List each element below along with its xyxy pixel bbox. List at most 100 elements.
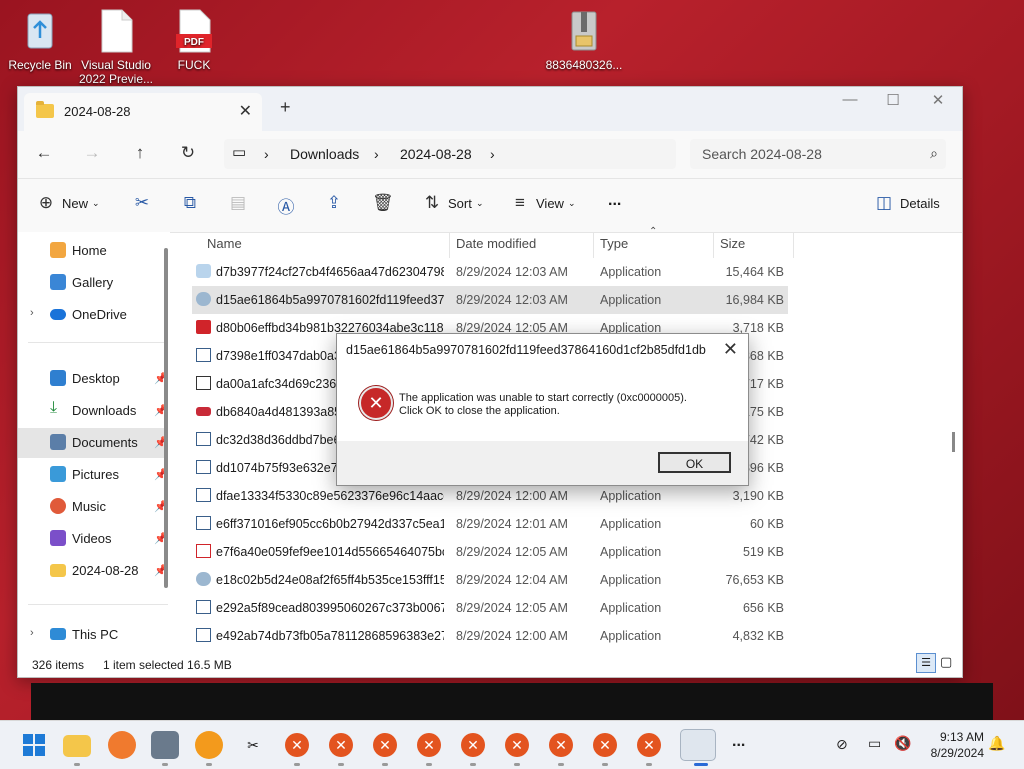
error-app-icon[interactable]: ✕ [373, 733, 397, 757]
copy-icon[interactable]: ⧉ [180, 193, 200, 213]
file-type: Application [600, 573, 662, 587]
search-input[interactable]: Search 2024-08-28 [702, 146, 822, 162]
details-button[interactable]: Details [900, 196, 940, 211]
table-row[interactable]: d7b3977f24cf27cb4f4656aa47d623047985... … [192, 258, 788, 286]
error-app-icon[interactable]: ✕ [593, 733, 617, 757]
column-header-size[interactable]: Size [720, 236, 745, 251]
more-apps-button[interactable]: ... [732, 733, 745, 751]
error-app-icon[interactable]: ✕ [285, 733, 309, 757]
file-name: e292a5f89cead803995060267c373b00676d... [216, 601, 444, 615]
close-icon[interactable]: ✕ [723, 339, 738, 360]
sidebar-item-this-pc[interactable]: › This PC [18, 620, 168, 650]
sidebar-item-home[interactable]: Home [18, 236, 168, 266]
usb-drive-icon [196, 407, 211, 416]
firefox-icon[interactable] [108, 731, 136, 759]
sidebar-item-label: Downloads [72, 403, 137, 418]
error-app-icon[interactable]: ✕ [505, 733, 529, 757]
file-list-scrollbar[interactable] [952, 432, 955, 452]
paste-icon[interactable]: ▤ [228, 193, 248, 213]
error-app-icon[interactable]: ✕ [417, 733, 441, 757]
desktop-icon-pdf[interactable]: PDF FUCK [154, 8, 234, 72]
sidebar-item-label: Gallery [72, 275, 114, 290]
network-offline-icon[interactable]: ⊘ [836, 736, 848, 753]
view-icon: ≡ [515, 193, 525, 212]
breadcrumb-downloads[interactable]: Downloads [290, 146, 359, 162]
breadcrumb[interactable]: ▭ › Downloads › 2024-08-28 › [224, 139, 676, 169]
sidebar-item-onedrive[interactable]: › OneDrive [18, 300, 168, 330]
desktop-icon-archive[interactable]: 8836480326... [544, 8, 624, 72]
application-window-icon [196, 348, 211, 362]
file-size: 175 KB [742, 405, 784, 419]
clock-date: 8/29/2024 [930, 746, 984, 760]
sidebar-item-documents[interactable]: Documents 📌 [18, 428, 168, 458]
column-header-date[interactable]: Date modified [456, 236, 536, 251]
share-icon[interactable]: ⇪ [324, 193, 344, 213]
sort-indicator-icon: ⌃ [649, 226, 658, 237]
table-row[interactable]: e492ab74db73fb05a78112868596383e27a... 8… [192, 622, 788, 650]
sidebar-item-music[interactable]: Music 📌 [18, 492, 168, 522]
table-row[interactable]: e7f6a40e059fef9ee1014d55665464075bc6... … [192, 538, 788, 566]
search-app-icon[interactable] [195, 731, 223, 759]
start-windows-icon[interactable] [20, 731, 48, 759]
tiles-view-icon[interactable]: ▢ [940, 654, 952, 670]
breadcrumb-2024-08-28[interactable]: 2024-08-28 [400, 146, 472, 162]
display-icon[interactable]: ▭ [868, 735, 881, 752]
column-header-type[interactable]: Type [600, 236, 628, 251]
active-window-icon[interactable] [680, 729, 716, 761]
table-row[interactable]: e18c02b5d24e08af2f65ff4b535ce153fff15...… [192, 566, 788, 594]
volume-muted-icon[interactable]: 🔇 [894, 735, 911, 752]
details-view-icon[interactable]: ☰ [916, 653, 936, 673]
back-button[interactable]: ← [32, 143, 56, 163]
sidebar-item-gallery[interactable]: Gallery [18, 268, 168, 298]
sort-button[interactable]: Sort [448, 196, 472, 211]
clock[interactable]: 9:13 AM 8/29/2024 [931, 729, 984, 761]
desktop-icon-label: Visual Studio 2022 Previe... [78, 58, 154, 86]
videos-icon [50, 530, 66, 546]
forward-button[interactable]: → [80, 143, 104, 163]
file-explorer-icon[interactable] [63, 735, 91, 757]
camera-app-icon[interactable] [151, 731, 179, 759]
ok-button[interactable]: OK [658, 452, 731, 473]
sidebar-item-2024-08-28[interactable]: 2024-08-28 📌 [18, 556, 168, 586]
delete-icon[interactable]: 🗑 [372, 193, 394, 213]
desktop-icon-visual-studio[interactable]: Visual Studio 2022 Previe... [76, 8, 156, 86]
gift-icon [196, 376, 211, 390]
more-options-button[interactable]: ... [608, 192, 621, 210]
new-button[interactable]: New [62, 196, 88, 211]
up-button[interactable]: ↑ [128, 143, 152, 163]
sidebar-item-label: OneDrive [72, 307, 127, 322]
sidebar-item-downloads[interactable]: ⤓ Downloads 📌 [18, 396, 168, 426]
sidebar-scrollbar[interactable] [164, 248, 168, 588]
cut-icon[interactable]: ✂ [132, 193, 152, 213]
application-window-icon [196, 628, 211, 642]
sidebar-item-pictures[interactable]: Pictures 📌 [18, 460, 168, 490]
error-app-icon[interactable]: ✕ [549, 733, 573, 757]
table-row[interactable]: e292a5f89cead803995060267c373b00676d... … [192, 594, 788, 622]
close-window-button[interactable]: ✕ [923, 91, 953, 109]
tab-2024-08-28[interactable]: 2024-08-28 ✕ [24, 93, 262, 131]
chevron-right-icon[interactable]: › [30, 307, 34, 319]
installer-icon [196, 572, 211, 586]
column-header-name[interactable]: Name [207, 236, 242, 251]
capcut-icon[interactable]: ✂ [239, 731, 267, 759]
table-row[interactable]: dfae13334f5330c89e5623376e96c14aacda... … [192, 482, 788, 510]
notification-bell-icon[interactable]: 🔔 [988, 735, 1005, 752]
error-app-icon[interactable]: ✕ [329, 733, 353, 757]
table-row[interactable]: e6ff371016ef905cc6b0b27942d337c5ea12... … [192, 510, 788, 538]
view-button[interactable]: View [536, 196, 564, 211]
error-app-icon[interactable]: ✕ [461, 733, 485, 757]
refresh-button[interactable]: ↻ [176, 143, 200, 163]
maximize-button[interactable]: ☐ [878, 91, 908, 109]
table-row[interactable]: d15ae61864b5a9970781602fd119feed3786... … [192, 286, 788, 314]
error-app-icon[interactable]: ✕ [637, 733, 661, 757]
new-tab-button[interactable]: + [280, 97, 291, 118]
chevron-right-icon[interactable]: › [30, 627, 34, 639]
sidebar-item-videos[interactable]: Videos 📌 [18, 524, 168, 554]
desktop-icon-recycle-bin[interactable]: Recycle Bin [0, 8, 80, 72]
close-tab-icon[interactable]: ✕ [239, 101, 252, 121]
sidebar-item-label: This PC [72, 627, 119, 642]
minimize-button[interactable]: — [835, 91, 865, 108]
rename-icon[interactable]: Ⓐ [276, 193, 296, 218]
sidebar-item-desktop[interactable]: Desktop 📌 [18, 364, 168, 394]
search-box[interactable]: Search 2024-08-28 ⌕ [690, 139, 946, 169]
